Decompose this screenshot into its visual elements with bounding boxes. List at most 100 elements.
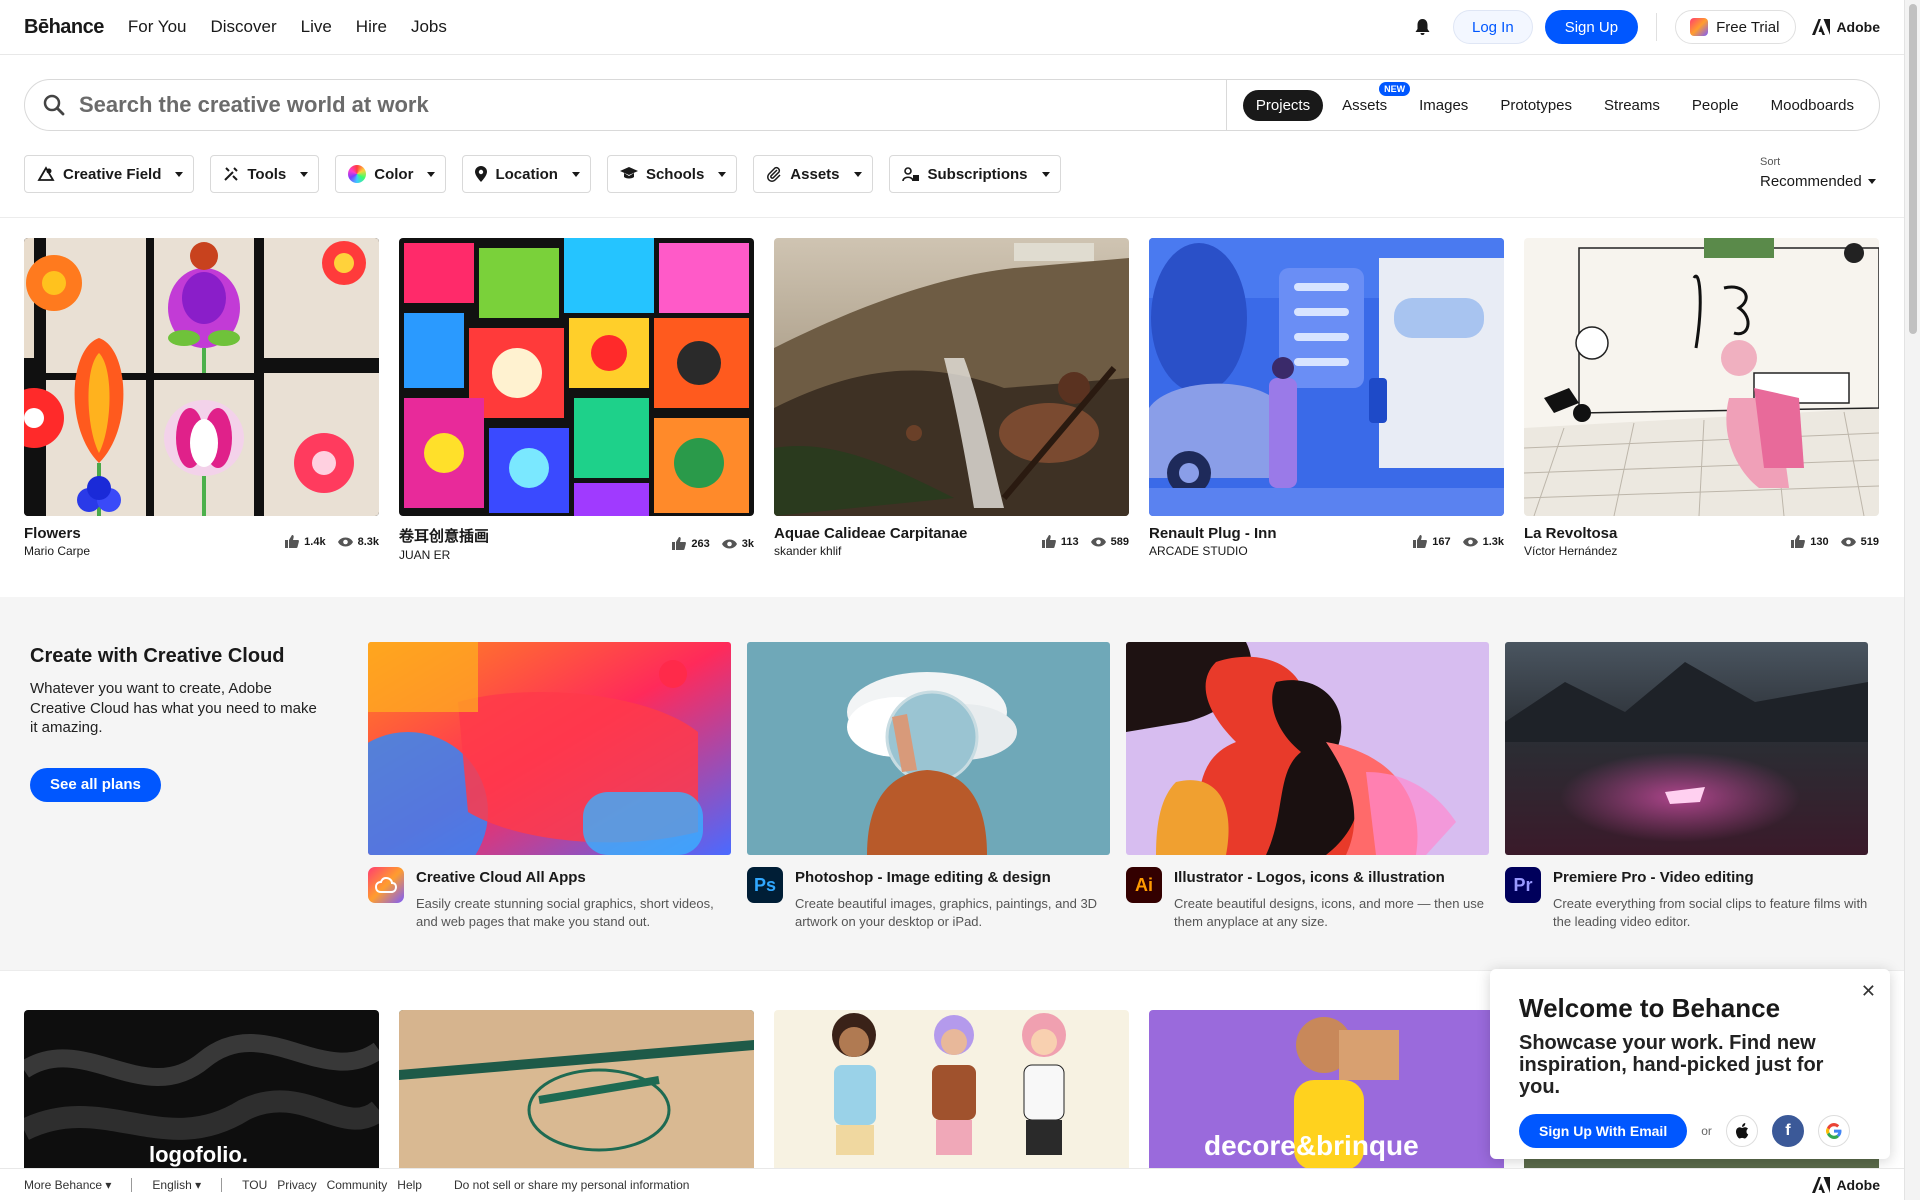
google-icon[interactable] bbox=[1817, 1115, 1850, 1147]
project-thumbnail[interactable] bbox=[1524, 238, 1879, 516]
footer-divider bbox=[221, 1177, 223, 1192]
tab-images[interactable]: Images bbox=[1406, 90, 1481, 121]
cc-app-card[interactable]: Ps Photoshop - Image editing & design Cr… bbox=[747, 642, 1110, 930]
footer-link-privacy[interactable]: Privacy bbox=[277, 1178, 316, 1192]
tab-prototypes[interactable]: Prototypes bbox=[1487, 90, 1585, 121]
adobe-link[interactable]: Adobe bbox=[1812, 19, 1880, 35]
filter-subscriptions[interactable]: Subscriptions bbox=[888, 155, 1061, 193]
bell-icon[interactable] bbox=[1413, 17, 1433, 37]
language-label: English bbox=[152, 1177, 192, 1192]
project-title[interactable]: 卷耳创意插画 bbox=[399, 525, 489, 546]
project-card[interactable]: Aquae Calideae Carpitanae skander khlif … bbox=[774, 238, 1129, 562]
project-owner[interactable]: Mario Carpe bbox=[24, 544, 90, 558]
filter-tools[interactable]: Tools bbox=[210, 155, 320, 193]
scrollbar-thumb[interactable] bbox=[1909, 4, 1917, 334]
project-owner[interactable]: Víctor Hernández bbox=[1524, 544, 1617, 558]
facebook-icon[interactable]: f bbox=[1771, 1115, 1804, 1147]
cc-app-name[interactable]: Illustrator - Logos, icons & illustratio… bbox=[1174, 869, 1489, 886]
nav-link-jobs[interactable]: Jobs bbox=[411, 17, 447, 37]
see-all-plans-button[interactable]: See all plans bbox=[30, 767, 161, 802]
filter-color[interactable]: Color bbox=[335, 155, 447, 193]
cc-app-card[interactable]: Pr Premiere Pro - Video editing Create e… bbox=[1505, 642, 1868, 930]
decore-brinque-text: decore&brinque bbox=[1204, 1130, 1419, 1161]
sort-dropdown[interactable]: Sort Recommended bbox=[1760, 156, 1876, 190]
footer: More Behance ▾ English ▾ TOU Privacy Com… bbox=[0, 1168, 1904, 1200]
login-button[interactable]: Log In bbox=[1452, 10, 1533, 44]
cc-app-image[interactable] bbox=[1505, 642, 1868, 855]
cc-app-name[interactable]: Creative Cloud All Apps bbox=[416, 869, 731, 886]
project-thumbnail[interactable] bbox=[24, 238, 379, 516]
project-title[interactable]: Aquae Calideae Carpitanae bbox=[774, 525, 967, 542]
cc-app-image[interactable] bbox=[1126, 642, 1489, 855]
filter-tools-label: Tools bbox=[247, 165, 287, 183]
tab-people[interactable]: People bbox=[1679, 90, 1752, 121]
apple-icon[interactable] bbox=[1725, 1115, 1758, 1147]
nav-link-live[interactable]: Live bbox=[301, 17, 332, 37]
cc-app-name[interactable]: Photoshop - Image editing & design bbox=[795, 869, 1110, 886]
filter-color-label: Color bbox=[374, 165, 414, 183]
project-title[interactable]: Renault Plug - Inn bbox=[1149, 525, 1277, 542]
thumbs-up-icon bbox=[1041, 535, 1056, 548]
tab-assets[interactable]: Assets NEW bbox=[1329, 81, 1411, 121]
project-thumbnail[interactable] bbox=[774, 238, 1129, 516]
thumbs-up-icon bbox=[1791, 535, 1806, 548]
project-owner[interactable]: skander khlif bbox=[774, 544, 967, 558]
signup-email-button[interactable]: Sign Up With Email bbox=[1519, 1114, 1688, 1148]
footer-link-tou[interactable]: TOU bbox=[242, 1178, 267, 1192]
project-thumbnail[interactable] bbox=[1149, 238, 1504, 516]
chevron-down-icon bbox=[571, 171, 580, 177]
page-scrollbar[interactable] bbox=[1904, 0, 1920, 1200]
project-thumbnail[interactable]: logofolio. bbox=[24, 1010, 379, 1170]
project-card[interactable]: Renault Plug - Inn ARCADE STUDIO 167 1.3… bbox=[1149, 238, 1504, 562]
nav-link-for-you[interactable]: For You bbox=[128, 17, 187, 37]
chevron-down-icon bbox=[427, 171, 436, 177]
cc-app-name[interactable]: Premiere Pro - Video editing bbox=[1553, 869, 1868, 886]
more-behance-label: More Behance bbox=[24, 1177, 103, 1192]
cc-app-card[interactable]: Creative Cloud All Apps Easily create st… bbox=[368, 642, 731, 930]
nav-link-discover[interactable]: Discover bbox=[210, 17, 276, 37]
footer-link-do-not-sell[interactable]: Do not sell or share my personal informa… bbox=[454, 1178, 689, 1192]
location-pin-icon bbox=[475, 166, 488, 182]
project-owner[interactable]: JUAN ER bbox=[399, 548, 489, 562]
search-input[interactable] bbox=[79, 92, 1179, 118]
behance-logo[interactable]: Bēhance bbox=[24, 16, 104, 39]
signup-button[interactable]: Sign Up bbox=[1544, 10, 1639, 44]
filter-creative-field-label: Creative Field bbox=[63, 165, 162, 183]
project-card[interactable]: La Revoltosa Víctor Hernández 130 519 bbox=[1524, 238, 1879, 562]
cc-app-image[interactable] bbox=[747, 642, 1110, 855]
tab-projects[interactable]: Projects bbox=[1242, 89, 1324, 121]
close-icon[interactable]: ✕ bbox=[1861, 981, 1876, 1002]
view-count: 589 bbox=[1110, 535, 1129, 548]
cc-app-description: Create beautiful designs, icons, and mor… bbox=[1174, 896, 1485, 929]
project-thumbnail[interactable]: decore&brinque bbox=[1149, 1010, 1504, 1170]
project-title[interactable]: Flowers bbox=[24, 525, 90, 542]
language-dropdown[interactable]: English ▾ bbox=[152, 1178, 201, 1192]
project-card[interactable]: Flowers Mario Carpe 1.4k 8.3k bbox=[24, 238, 379, 562]
cc-app-image[interactable] bbox=[368, 642, 731, 855]
footer-adobe-link[interactable]: Adobe bbox=[1812, 1176, 1880, 1193]
project-title[interactable]: La Revoltosa bbox=[1524, 525, 1617, 542]
chevron-down-icon bbox=[1867, 179, 1876, 184]
tab-streams[interactable]: Streams bbox=[1591, 90, 1673, 121]
logofolio-text: logofolio. bbox=[149, 1142, 248, 1167]
nav-link-hire[interactable]: Hire bbox=[356, 17, 387, 37]
project-thumbnail[interactable] bbox=[774, 1010, 1129, 1170]
filter-schools[interactable]: Schools bbox=[606, 155, 738, 193]
chevron-down-icon bbox=[1041, 171, 1050, 177]
filter-assets[interactable]: Assets bbox=[753, 155, 873, 193]
free-trial-label: Free Trial bbox=[1716, 18, 1780, 36]
tab-moodboards[interactable]: Moodboards bbox=[1758, 90, 1867, 121]
graduation-cap-icon bbox=[619, 167, 638, 179]
project-owner[interactable]: ARCADE STUDIO bbox=[1149, 544, 1277, 558]
cc-app-card[interactable]: Ai Illustrator - Logos, icons & illustra… bbox=[1126, 642, 1489, 930]
filter-creative-field[interactable]: Creative Field bbox=[24, 155, 195, 193]
more-behance-dropdown[interactable]: More Behance ▾ bbox=[24, 1178, 111, 1192]
free-trial-button[interactable]: Free Trial bbox=[1675, 10, 1797, 44]
project-thumbnail[interactable] bbox=[399, 1010, 754, 1170]
filter-location[interactable]: Location bbox=[462, 155, 591, 193]
project-thumbnail[interactable] bbox=[399, 238, 754, 516]
nav-divider bbox=[1656, 13, 1658, 41]
project-card[interactable]: 卷耳创意插画 JUAN ER 263 3k bbox=[399, 238, 754, 562]
footer-link-community[interactable]: Community bbox=[327, 1178, 388, 1192]
footer-link-help[interactable]: Help bbox=[397, 1178, 422, 1192]
